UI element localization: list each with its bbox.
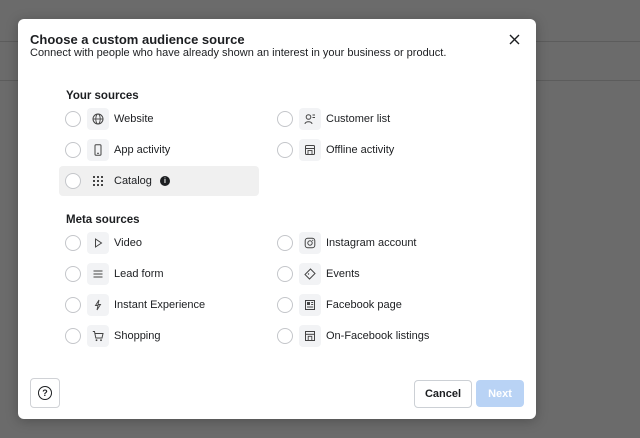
option-facebook-page[interactable]: Facebook page xyxy=(271,291,471,319)
option-label: Video xyxy=(114,237,142,249)
option-label: Instant Experience xyxy=(114,299,206,311)
option-label: Catalog xyxy=(114,175,152,187)
next-button[interactable]: Next xyxy=(476,380,524,407)
radio-button[interactable] xyxy=(277,142,293,158)
cancel-button[interactable]: Cancel xyxy=(414,380,472,408)
close-icon xyxy=(509,34,520,45)
meta-sources-heading: Meta sources xyxy=(66,214,140,226)
option-label: Instagram account xyxy=(326,237,417,249)
option-label: Website xyxy=(114,113,154,125)
cart-icon xyxy=(87,325,109,347)
play-icon xyxy=(87,232,109,254)
option-label: App activity xyxy=(114,144,171,156)
storefront-icon xyxy=(299,325,321,347)
custom-audience-source-dialog: Choose a custom audience source Connect … xyxy=(18,19,536,419)
radio-button[interactable] xyxy=(65,297,81,313)
radio-button[interactable] xyxy=(277,266,293,282)
radio-button[interactable] xyxy=(65,235,81,251)
radio-button[interactable] xyxy=(277,297,293,313)
radio-button[interactable] xyxy=(65,111,81,127)
page-icon xyxy=(299,294,321,316)
option-shopping[interactable]: Shopping xyxy=(59,322,259,350)
lines-icon xyxy=(87,263,109,285)
radio-button[interactable] xyxy=(65,266,81,282)
option-instagram-account[interactable]: Instagram account xyxy=(271,229,471,257)
grid-icon xyxy=(87,170,109,192)
option-label: On-Facebook listings xyxy=(326,330,430,342)
option-label: Lead form xyxy=(114,268,164,280)
option-instant-experience[interactable]: Instant Experience xyxy=(59,291,259,319)
lightning-icon xyxy=(87,294,109,316)
dialog-subtitle: Connect with people who have already sho… xyxy=(30,47,447,59)
option-catalog[interactable]: Catalog i xyxy=(59,166,259,196)
instagram-icon xyxy=(299,232,321,254)
option-label: Events xyxy=(326,268,360,280)
customer-list-icon xyxy=(299,108,321,130)
radio-button[interactable] xyxy=(65,173,81,189)
dialog-title: Choose a custom audience source xyxy=(30,32,245,47)
your-sources-heading: Your sources xyxy=(66,90,139,102)
option-label: Shopping xyxy=(114,330,161,342)
ticket-icon xyxy=(299,263,321,285)
option-lead-form[interactable]: Lead form xyxy=(59,260,259,288)
option-app-activity[interactable]: App activity xyxy=(59,136,259,164)
option-label: Facebook page xyxy=(326,299,402,311)
info-icon[interactable]: i xyxy=(159,176,170,186)
help-icon: ? xyxy=(38,386,52,400)
globe-icon xyxy=(87,108,109,130)
option-events[interactable]: Events xyxy=(271,260,471,288)
option-offline-activity[interactable]: Offline activity xyxy=(271,136,471,164)
option-on-facebook-listings[interactable]: On-Facebook listings xyxy=(271,322,471,350)
help-button[interactable]: ? xyxy=(30,378,60,408)
radio-button[interactable] xyxy=(277,235,293,251)
store-icon xyxy=(299,139,321,161)
option-label: Customer list xyxy=(326,113,391,125)
close-button[interactable] xyxy=(505,30,523,48)
radio-button[interactable] xyxy=(277,111,293,127)
option-label: Offline activity xyxy=(326,144,395,156)
radio-button[interactable] xyxy=(65,328,81,344)
option-customer-list[interactable]: Customer list xyxy=(271,105,471,133)
mobile-phone-icon xyxy=(87,139,109,161)
option-video[interactable]: Video xyxy=(59,229,259,257)
radio-button[interactable] xyxy=(277,328,293,344)
option-website[interactable]: Website xyxy=(59,105,259,133)
radio-button[interactable] xyxy=(65,142,81,158)
